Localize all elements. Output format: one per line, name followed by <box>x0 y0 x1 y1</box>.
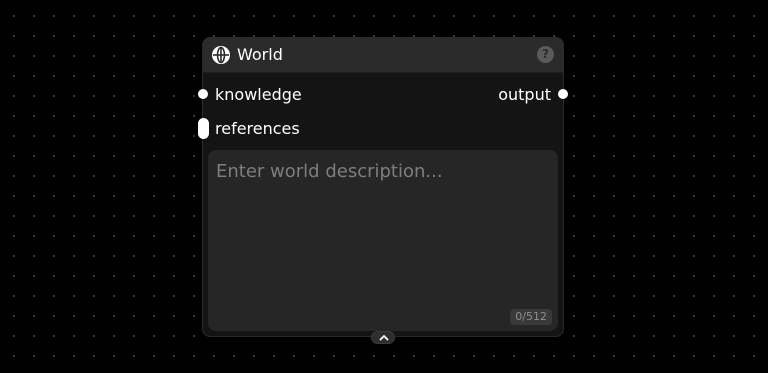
chevron-up-icon <box>379 335 389 341</box>
char-count: 0/512 <box>510 309 552 325</box>
description-field[interactable]: 0/512 <box>208 150 558 331</box>
collapse-toggle[interactable] <box>371 331 395 344</box>
output-label-output: output <box>498 85 551 104</box>
input-label-references: references <box>215 119 300 138</box>
globe-icon <box>212 46 230 64</box>
description-input[interactable] <box>216 160 550 310</box>
input-port-knowledge[interactable] <box>198 89 208 99</box>
output-port-output[interactable] <box>558 89 568 99</box>
world-node[interactable]: World ? knowledge output references 0/51… <box>198 37 568 337</box>
input-port-references[interactable] <box>198 118 209 139</box>
input-label-knowledge: knowledge <box>215 85 302 104</box>
help-icon[interactable]: ? <box>537 46 554 63</box>
node-header[interactable]: World ? <box>203 38 563 73</box>
node-title: World <box>237 45 283 64</box>
